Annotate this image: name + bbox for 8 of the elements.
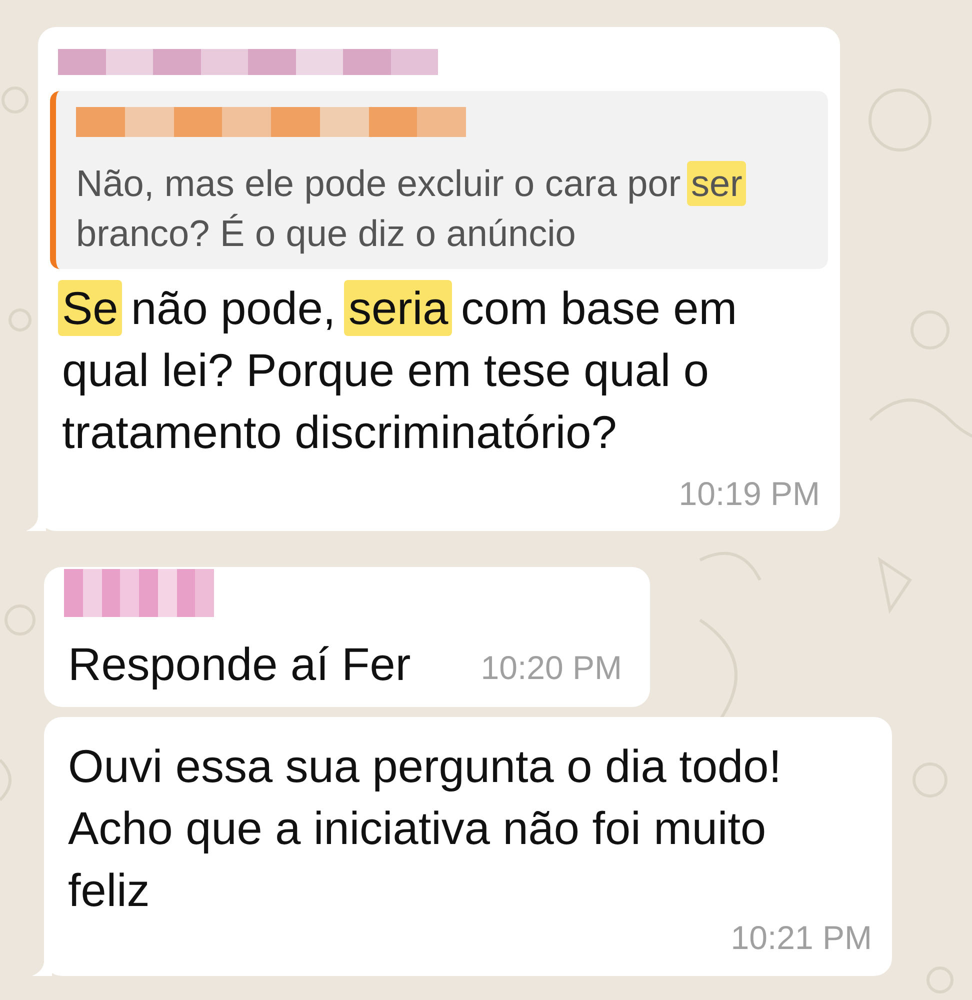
message-text: Se não pode, seria com base em qual lei? Porque em tese qual o tratamento discriminatório? [50,277,828,463]
timestamp: 10:19 PM [678,474,821,514]
message-text: Ouvi essa sua pergunta o dia todo! Acho que a iniciativa não foi muito feliz [67,738,782,918]
quoted-message[interactable]: Não, mas ele pode excluir o cara por ser branco? É o que diz o anúncio [50,91,828,269]
quoted-text: Não, mas ele pode excluir o cara por ser branco? É o que diz o anúncio [76,159,814,259]
message-text: Responde aí Fer [67,636,412,692]
timestamp: 10:21 PM [730,918,873,958]
timestamp: 10:20 PM [480,648,623,688]
